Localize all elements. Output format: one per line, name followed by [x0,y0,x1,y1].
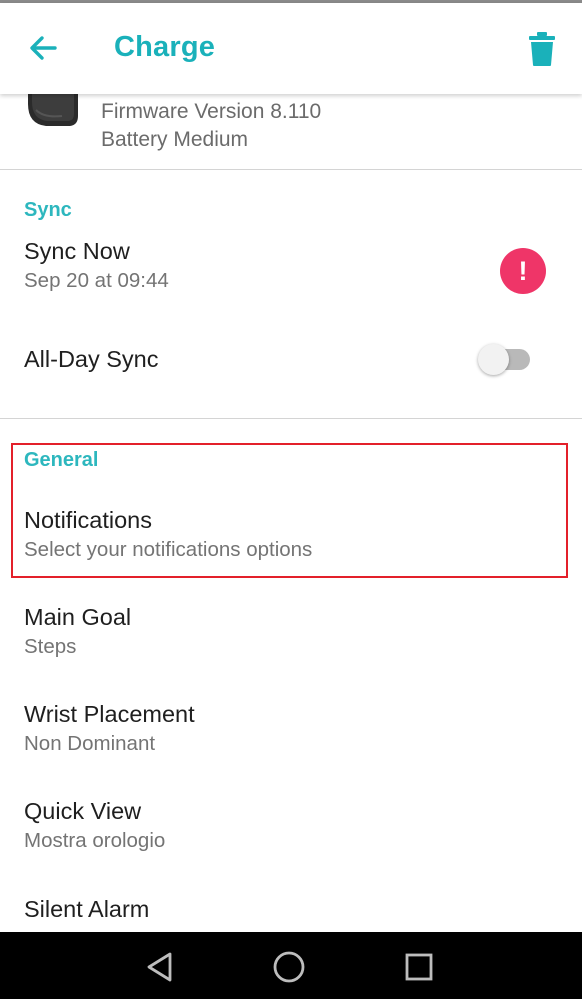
wrist-placement-row[interactable]: Wrist Placement Non Dominant [0,701,582,763]
quick-view-row[interactable]: Quick View Mostra orologio [0,798,582,860]
main-goal-value: Steps [24,635,77,658]
battery-status: Battery Medium [101,128,249,151]
sync-now-timestamp: Sep 20 at 09:44 [24,269,169,292]
silent-alarm-title: Silent Alarm [24,896,150,922]
device-info: Firmware Version 8.110 Battery Medium [0,94,582,170]
wrist-placement-title: Wrist Placement [24,701,195,727]
system-navigation-bar [0,932,582,999]
arrow-left-icon[interactable] [26,31,60,65]
notifications-title: Notifications [24,507,152,533]
sync-now-row[interactable]: Sync Now Sep 20 at 09:44 [0,238,582,302]
section-header-general: General [24,449,99,471]
main-goal-title: Main Goal [24,604,132,630]
page-title: Charge [114,31,216,63]
notifications-subtitle: Select your notifications options [24,538,313,561]
settings-scroll-area[interactable]: Firmware Version 8.110 Battery Medium Sy… [0,0,582,932]
wrist-placement-value: Non Dominant [24,732,156,755]
all-day-sync-toggle[interactable] [478,342,534,378]
all-day-sync-title: All-Day Sync [24,346,159,372]
silent-alarm-row[interactable]: Silent Alarm [0,896,582,932]
quick-view-value: Mostra orologio [24,829,166,852]
sync-now-title: Sync Now [24,238,130,264]
tracker-band-icon [28,94,78,126]
notifications-row[interactable]: Notifications Select your notifications … [0,507,582,569]
back-triangle-icon[interactable] [143,950,177,984]
trash-icon[interactable] [526,31,558,67]
divider [0,418,582,419]
main-goal-row[interactable]: Main Goal Steps [0,604,582,666]
firmware-version: Firmware Version 8.110 [101,100,322,123]
section-header-sync: Sync [24,199,72,221]
divider [0,169,582,170]
recents-square-icon[interactable] [402,950,436,984]
toggle-knob [478,344,509,375]
quick-view-title: Quick View [24,798,142,824]
app-bar: Charge [0,3,582,94]
sync-alert-icon[interactable]: ! [500,248,546,294]
home-circle-icon[interactable] [272,950,306,984]
